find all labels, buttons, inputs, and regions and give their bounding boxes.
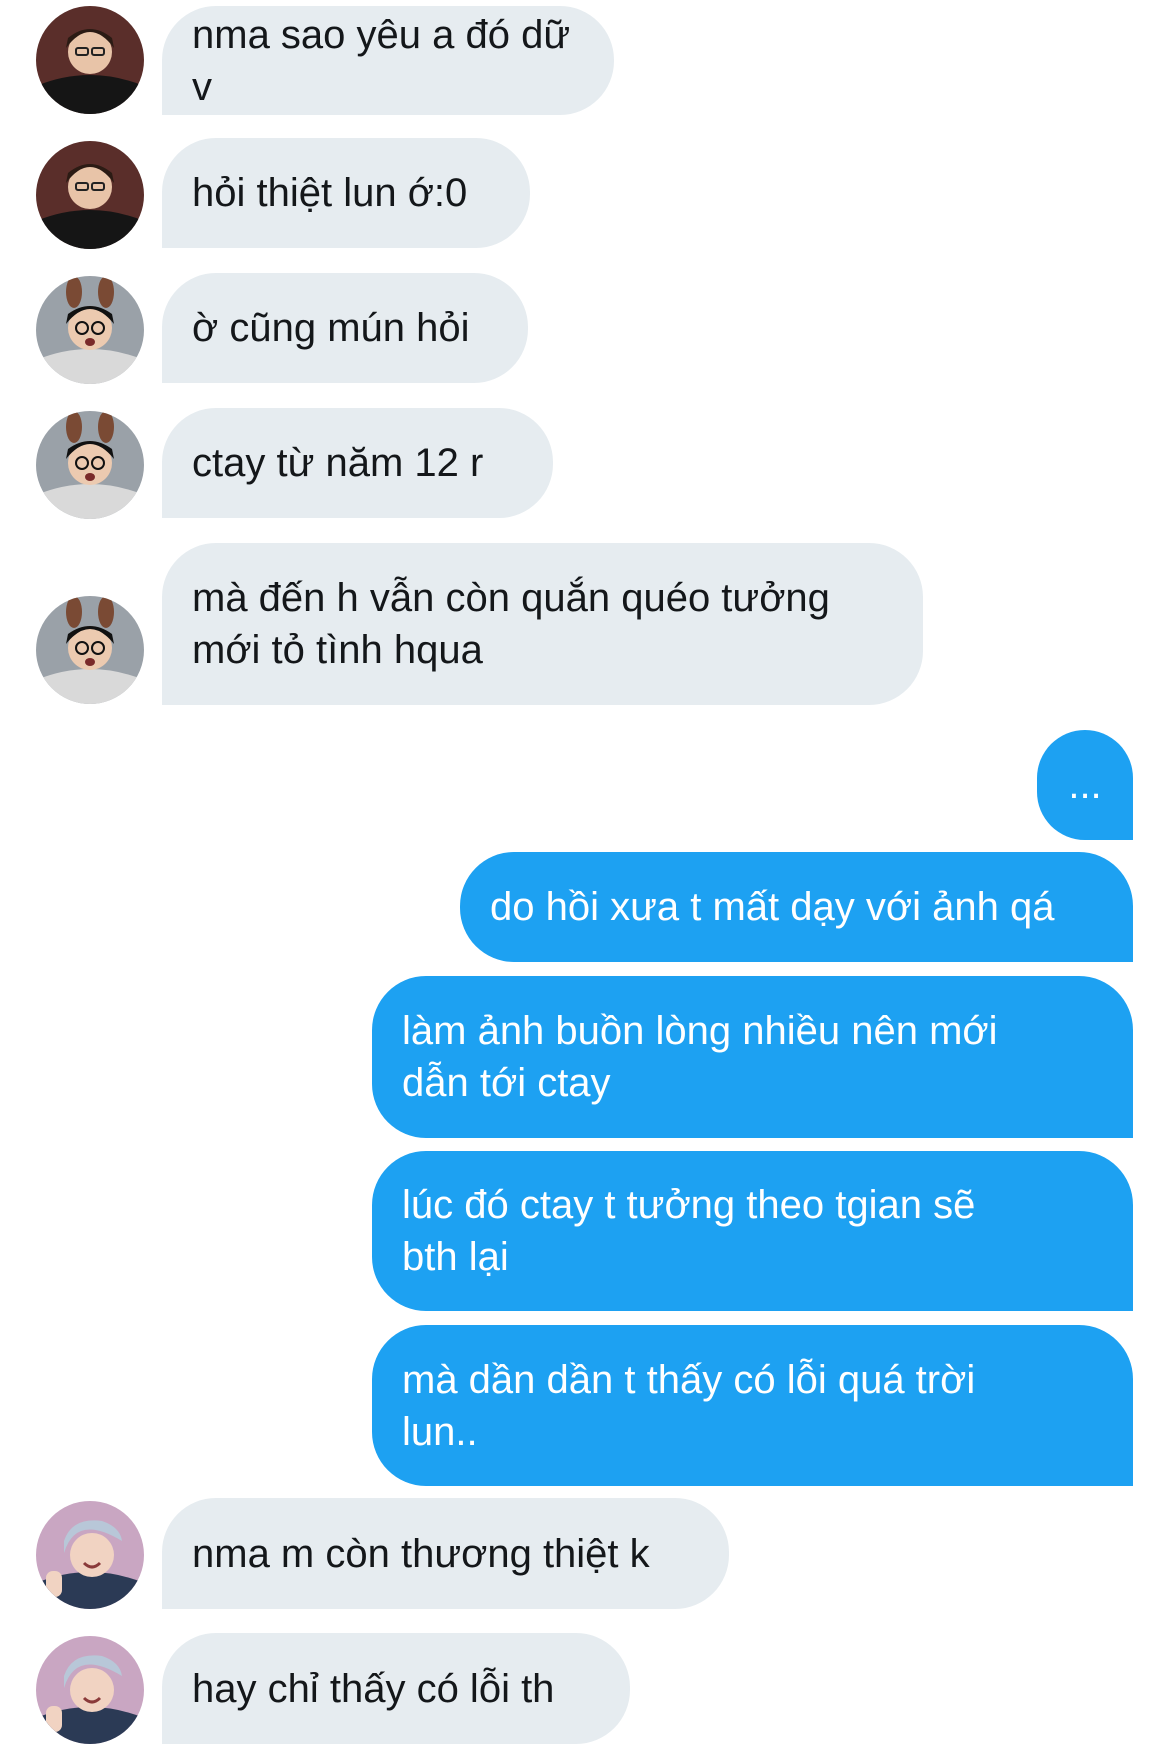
avatar-b-image bbox=[36, 596, 144, 704]
avatar-a-image bbox=[36, 141, 144, 249]
avatar[interactable] bbox=[36, 1636, 144, 1744]
avatar[interactable] bbox=[36, 411, 144, 519]
avatar-c-image bbox=[36, 1636, 144, 1744]
avatar-b-image bbox=[36, 411, 144, 519]
message-bubble-outgoing[interactable]: làm ảnh buồn lòng nhiều nên mới dẫn tới … bbox=[372, 976, 1133, 1138]
message-bubble-outgoing[interactable]: do hồi xưa t mất dạy với ảnh qá bbox=[460, 852, 1133, 962]
avatar-b-image bbox=[36, 276, 144, 384]
avatar[interactable] bbox=[36, 141, 144, 249]
avatar-c-image bbox=[36, 1501, 144, 1609]
message-bubble-outgoing[interactable]: mà dần dần t thấy có lỗi quá trời lun.. bbox=[372, 1325, 1133, 1486]
avatar[interactable] bbox=[36, 1501, 144, 1609]
avatar[interactable] bbox=[36, 276, 144, 384]
avatar[interactable] bbox=[36, 6, 144, 114]
message-bubble-incoming[interactable]: hỏi thiệt lun ớ:0 bbox=[162, 138, 530, 248]
message-bubble-incoming[interactable]: nma m còn thương thiệt k bbox=[162, 1498, 729, 1609]
message-bubble-incoming[interactable]: mà đến h vẫn còn quắn quéo tưởng mới tỏ … bbox=[162, 543, 923, 705]
message-bubble-incoming[interactable]: nma sao yêu a đó dữ v bbox=[162, 6, 614, 115]
avatar-a-image bbox=[36, 6, 144, 114]
message-bubble-incoming[interactable]: ờ cũng mún hỏi bbox=[162, 273, 528, 383]
message-bubble-outgoing[interactable]: lúc đó ctay t tưởng theo tgian sẽ bth lạ… bbox=[372, 1151, 1133, 1311]
message-bubble-outgoing[interactable]: ... bbox=[1037, 730, 1133, 840]
message-bubble-incoming[interactable]: ctay từ năm 12 r bbox=[162, 408, 553, 518]
avatar[interactable] bbox=[36, 596, 144, 704]
message-bubble-incoming[interactable]: hay chỉ thấy có lỗi th bbox=[162, 1633, 630, 1744]
